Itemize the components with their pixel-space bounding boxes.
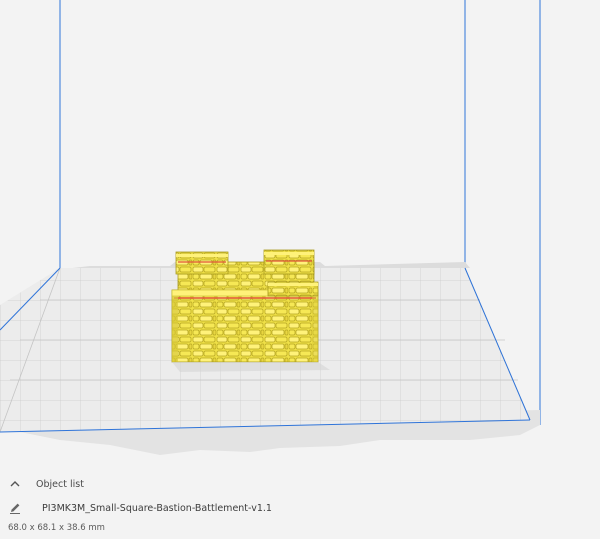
object-list-panel: Object list PI3MK3M_Small-Square-Bastion… [0, 470, 600, 539]
object-dimensions-row: 68.0 x 68.1 x 38.6 mm [8, 520, 105, 536]
object-list-header[interactable]: Object list [8, 474, 84, 494]
object-dimensions: 68.0 x 68.1 x 38.6 mm [8, 523, 105, 533]
object-list-label: Object list [36, 478, 84, 490]
build-viewport[interactable] [0, 0, 600, 539]
pencil-icon[interactable] [8, 501, 22, 515]
chevron-up-icon[interactable] [8, 477, 22, 491]
model-battlement[interactable] [171, 249, 319, 363]
object-name[interactable]: PI3MK3M_Small-Square-Bastion-Battlement-… [42, 503, 272, 514]
object-name-row[interactable]: PI3MK3M_Small-Square-Bastion-Battlement-… [8, 498, 272, 518]
